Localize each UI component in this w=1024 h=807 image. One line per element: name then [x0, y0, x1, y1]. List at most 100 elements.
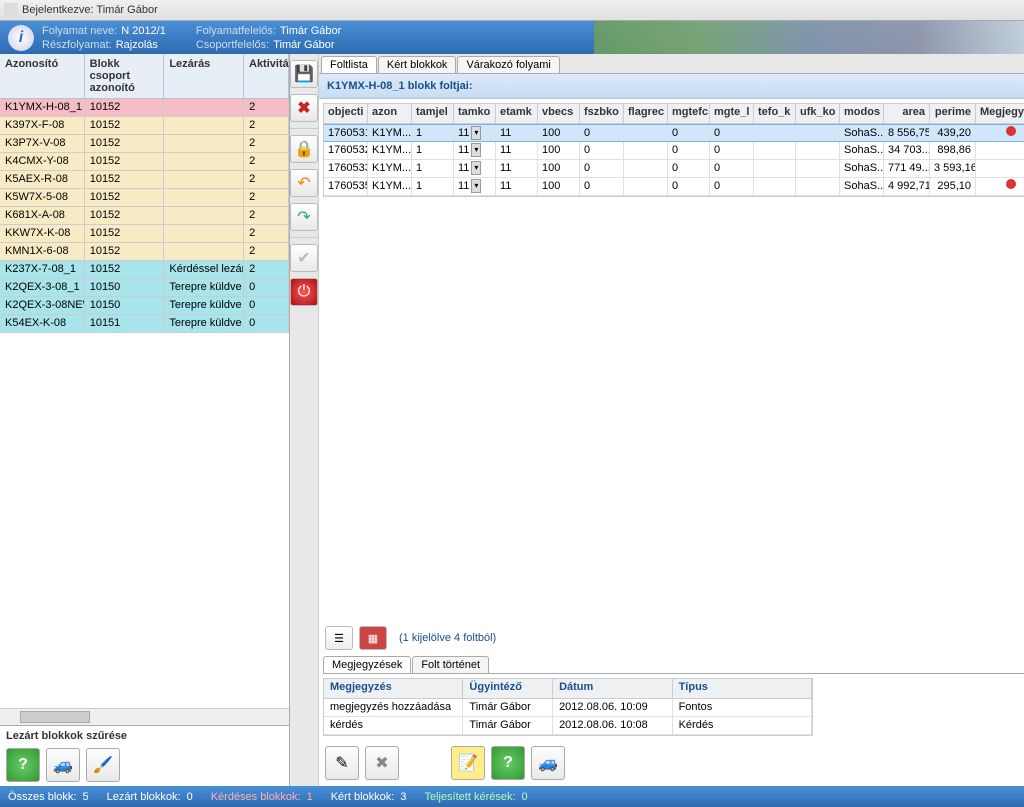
status-osszes-label: Összes blokk: [8, 791, 76, 803]
grid-col-tamjel[interactable]: tamjel [412, 104, 454, 123]
left-filter-panel: Lezárt blokkok szűrése ? 🚙 🖌️ [0, 725, 289, 786]
left-row[interactable]: KKW7X-K-08101522 [0, 225, 289, 243]
left-row[interactable]: K681X-A-08101522 [0, 207, 289, 225]
grid-col-area[interactable]: area [884, 104, 930, 123]
process-owner-label: Folyamatfelelős: [196, 25, 276, 37]
status-telj-value: 0 [522, 791, 528, 803]
edit-note-button[interactable]: ✎ [325, 746, 359, 780]
vehicle2-button[interactable]: 🚙 [531, 746, 565, 780]
grid-col-objecti[interactable]: objecti [324, 104, 368, 123]
left-horizontal-scrollbar[interactable] [0, 708, 289, 725]
header-bar: i Folyamat neve:N 2012/1 Részfolyamat:Ra… [0, 21, 1024, 54]
grid-col-perime[interactable]: perime [930, 104, 976, 123]
left-row[interactable]: K1YMX-H-08_1101522 [0, 99, 289, 117]
grid-col-tamko[interactable]: tamko [454, 104, 496, 123]
grid-col-azon[interactable]: azon [368, 104, 412, 123]
grid-row[interactable]: 1760532K1YM...111▾11100000SohaS...34 703… [324, 142, 1024, 160]
left-col-lezaras[interactable]: Lezárás [164, 54, 244, 98]
view-list-icon[interactable]: ☰ [325, 626, 353, 650]
left-col-azonosito[interactable]: Azonosító [0, 54, 85, 98]
sub-tabs: Megjegyzések Folt történet [323, 656, 1024, 674]
left-col-aktivitas[interactable]: Aktivitá [244, 54, 289, 98]
sticky-note-button[interactable]: 📝 [451, 746, 485, 780]
right-panel: Foltlista Kért blokkok Várakozó folyami … [319, 54, 1024, 786]
notes-col-datum[interactable]: Dátum [553, 679, 673, 698]
process-name-label: Folyamat neve: [42, 25, 117, 37]
window-title: Bejelentkezve: Timár Gábor [22, 4, 158, 16]
delete-note-button[interactable]: ✖ [365, 746, 399, 780]
grid-row[interactable]: 1760533K1YM...111▾11100000SohaS...771 49… [324, 160, 1024, 178]
spots-grid-body[interactable]: 1760531K1YM...111▾11100000SohaS...8 556,… [324, 124, 1024, 196]
grid-col-fszbko[interactable]: fszbko [580, 104, 624, 123]
delete-icon[interactable]: ✖ [290, 94, 318, 122]
left-row[interactable]: K5W7X-5-08101522 [0, 189, 289, 207]
notes-col-megjegyzes[interactable]: Megjegyzés [324, 679, 463, 698]
info-icon[interactable]: i [8, 25, 34, 51]
subtab-folt-tortenet[interactable]: Folt történet [412, 656, 489, 673]
save-icon[interactable]: 💾 [290, 60, 318, 88]
left-row[interactable]: K237X-7-08_110152Kérdéssel lezárva2 [0, 261, 289, 279]
status-lezart-value: 0 [187, 791, 193, 803]
grid-row[interactable]: 1760531K1YM...111▾11100000SohaS...8 556,… [324, 124, 1024, 142]
left-row[interactable]: K397X-F-08101522 [0, 117, 289, 135]
grid-col-tefo_k[interactable]: tefo_k [754, 104, 796, 123]
spots-grid-header: objectiazontamjeltamkoetamkvbecsfszbkofl… [324, 104, 1024, 124]
grid-col-ufk_ko[interactable]: ufk_ko [796, 104, 840, 123]
status-kerdes-value: 1 [307, 791, 313, 803]
middle-toolbar: 💾 ✖ 🔒 ↶ ↷ ✔ ⏻ [290, 54, 319, 786]
help-button[interactable]: ? [6, 748, 40, 782]
grid-col-mgte_l[interactable]: mgte_l [710, 104, 754, 123]
notes-grid: Megjegyzés Ügyintéző Dátum Típus megjegy… [323, 678, 813, 736]
vehicle-button[interactable]: 🚙 [46, 748, 80, 782]
subprocess-label: Részfolyamat: [42, 39, 112, 51]
grid-col-mgtefc[interactable]: mgtefc [668, 104, 710, 123]
left-row[interactable]: K4CMX-Y-08101522 [0, 153, 289, 171]
left-row[interactable]: KMN1X-6-08101522 [0, 243, 289, 261]
lock-icon[interactable]: 🔒 [290, 135, 318, 163]
left-row[interactable]: K54EX-K-0810151Terepre küldve0 [0, 315, 289, 333]
grid-row[interactable]: 1760535K1YM...111▾11100000SohaS...4 992,… [324, 178, 1024, 196]
grid-col-Megjegyzés[interactable]: Megjegyzés [976, 104, 1024, 123]
status-kert-label: Kért blokkok: [331, 791, 395, 803]
status-kert-value: 3 [400, 791, 406, 803]
grid-col-flagrec[interactable]: flagrec [624, 104, 668, 123]
left-row[interactable]: K5AEX-R-08101522 [0, 171, 289, 189]
spots-grid: objectiazontamjeltamkoetamkvbecsfszbkofl… [323, 103, 1024, 197]
top-tabs: Foltlista Kért blokkok Várakozó folyami [319, 54, 1024, 74]
selection-count: (1 kijelölve 4 foltból) [399, 632, 496, 644]
app-icon [4, 3, 18, 17]
view-grid-icon[interactable]: ▦ [359, 626, 387, 650]
left-col-blokkcsoport[interactable]: Blokk csoport azonoító [85, 54, 165, 98]
tab-kert-blokkok[interactable]: Kért blokkok [378, 56, 457, 73]
power-icon[interactable]: ⏻ [290, 278, 318, 306]
left-row[interactable]: K2QEX-3-08NEW10150Terepre küldve0 [0, 297, 289, 315]
bottom-tools: ✎ ✖ 📝 ? 🚙 [325, 746, 1024, 780]
brush-button[interactable]: 🖌️ [86, 748, 120, 782]
left-row[interactable]: K2QEX-3-08_110150Terepre küldve0 [0, 279, 289, 297]
status-lezart-label: Lezárt blokkok: [107, 791, 181, 803]
notes-grid-body[interactable]: megjegyzés hozzáadásaTimár Gábor2012.08.… [324, 699, 812, 735]
subtab-megjegyzesek[interactable]: Megjegyzések [323, 656, 411, 673]
left-row[interactable]: K3P7X-V-08101522 [0, 135, 289, 153]
status-kerdes-label: Kérdéses blokkok: [211, 791, 301, 803]
tab-varakozo[interactable]: Várakozó folyami [457, 56, 559, 73]
notes-col-tipus[interactable]: Típus [673, 679, 812, 698]
status-telj-label: Teljesített kérések: [424, 791, 515, 803]
grid-col-vbecs[interactable]: vbecs [538, 104, 580, 123]
confirm-icon: ✔ [290, 244, 318, 272]
subprocess-value: Rajzolás [116, 39, 158, 51]
grid-col-etamk[interactable]: etamk [496, 104, 538, 123]
grid-col-modos[interactable]: modos [840, 104, 884, 123]
filter-caption: Lezárt blokkok szűrése [6, 730, 283, 742]
left-grid-body[interactable]: K1YMX-H-08_1101522K397X-F-08101522K3P7X-… [0, 99, 289, 708]
process-owner-value: Timár Gábor [280, 25, 341, 37]
tab-foltlista[interactable]: Foltlista [321, 56, 377, 73]
redo-icon[interactable]: ↷ [290, 203, 318, 231]
notes-row[interactable]: megjegyzés hozzáadásaTimár Gábor2012.08.… [324, 699, 812, 717]
notes-row[interactable]: kérdésTimár Gábor2012.08.06. 10:08Kérdés [324, 717, 812, 735]
group-owner-value: Timár Gábor [273, 39, 334, 51]
help2-button[interactable]: ? [491, 746, 525, 780]
undo-icon[interactable]: ↶ [290, 169, 318, 197]
status-bar: Összes blokk:5 Lezárt blokkok:0 Kérdéses… [0, 786, 1024, 807]
notes-col-ugyintezo[interactable]: Ügyintéző [463, 679, 553, 698]
